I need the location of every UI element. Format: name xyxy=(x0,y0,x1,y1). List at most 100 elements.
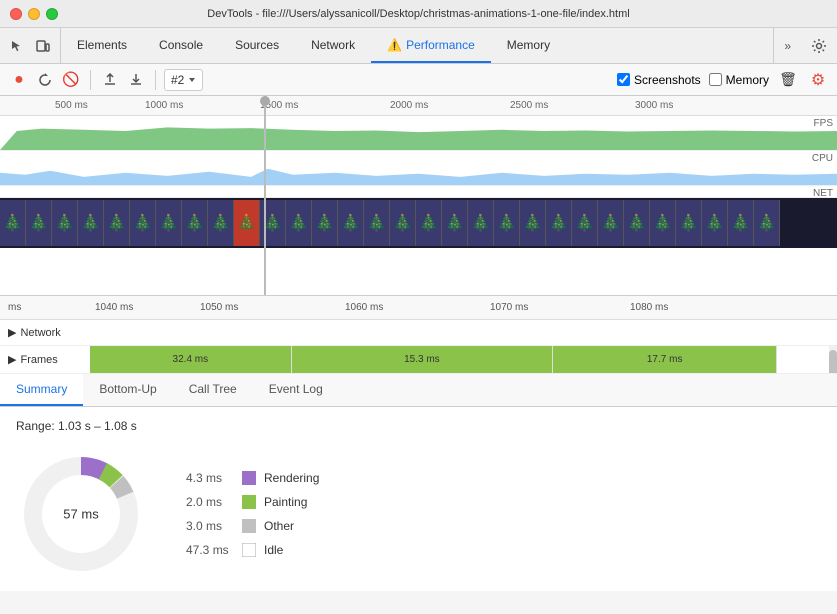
window-controls xyxy=(10,8,58,20)
memory-checkbox-label[interactable]: Memory xyxy=(709,73,769,87)
settings-button[interactable]: ⚙ xyxy=(807,69,829,91)
maximize-button[interactable] xyxy=(46,8,58,20)
frame-block-3: 17.7 ms xyxy=(553,346,777,373)
painting-swatch xyxy=(242,495,256,509)
screenshot-cell xyxy=(286,200,312,246)
ruler-tick-3000: 3000 ms xyxy=(635,100,673,111)
close-button[interactable] xyxy=(10,8,22,20)
screenshot-cell xyxy=(0,200,26,246)
legend-painting: 2.0 ms Painting xyxy=(186,495,319,509)
idle-label: Idle xyxy=(264,543,283,557)
screenshot-cell xyxy=(78,200,104,246)
summary-area: 57 ms 4.3 ms Rendering 2.0 ms Painting 3… xyxy=(16,449,821,579)
screenshots-track xyxy=(0,198,837,248)
devtools-nav: Elements Console Sources Network ⚠️ Perf… xyxy=(0,28,837,64)
screenshot-cell xyxy=(442,200,468,246)
download-button[interactable] xyxy=(125,69,147,91)
screenshot-cell xyxy=(26,200,52,246)
other-value: 3.0 ms xyxy=(186,519,234,533)
reload-record-button[interactable] xyxy=(34,69,56,91)
tab-network[interactable]: Network xyxy=(295,28,371,63)
rendering-value: 4.3 ms xyxy=(186,471,234,485)
legend-idle: 47.3 ms Idle xyxy=(186,543,319,557)
screenshot-cell xyxy=(676,200,702,246)
window-title: DevTools - file:///Users/alyssanicoll/De… xyxy=(207,8,629,20)
net-label: NET xyxy=(813,188,833,199)
clear-button[interactable]: 🚫 xyxy=(60,69,82,91)
scrollbar-thumb[interactable] xyxy=(829,350,837,373)
tab-sources[interactable]: Sources xyxy=(219,28,295,63)
device-icon[interactable] xyxy=(34,37,52,55)
tab-elements[interactable]: Elements xyxy=(61,28,143,63)
screenshot-cell xyxy=(182,200,208,246)
screenshot-cell xyxy=(130,200,156,246)
cpu-label: CPU xyxy=(812,153,833,164)
idle-swatch xyxy=(242,543,256,557)
other-label: Other xyxy=(264,519,294,533)
range-text: Range: 1.03 s – 1.08 s xyxy=(16,419,821,433)
screenshot-cell xyxy=(754,200,780,246)
nav-settings-button[interactable] xyxy=(801,28,837,63)
detail-tick-1080: 1080 ms xyxy=(630,302,668,313)
tab-memory[interactable]: Memory xyxy=(491,28,566,63)
scrubber-handle[interactable] xyxy=(260,96,270,106)
idle-value: 47.3 ms xyxy=(186,543,234,557)
memory-checkbox[interactable] xyxy=(709,73,722,86)
cursor-icon[interactable] xyxy=(8,37,26,55)
upload-button[interactable] xyxy=(99,69,121,91)
other-swatch xyxy=(242,519,256,533)
screenshot-cell xyxy=(468,200,494,246)
screenshot-cell xyxy=(702,200,728,246)
screenshot-cell xyxy=(520,200,546,246)
record-button[interactable]: ● xyxy=(8,69,30,91)
cpu-track: CPU xyxy=(0,151,837,186)
cpu-chart xyxy=(0,151,837,185)
detail-tick-1040: 1040 ms xyxy=(95,302,133,313)
delete-recording-button[interactable]: 🗑 xyxy=(777,69,799,91)
tab-event-log[interactable]: Event Log xyxy=(253,374,339,406)
donut-center-value: 57 ms xyxy=(63,507,98,522)
legend-other: 3.0 ms Other xyxy=(186,519,319,533)
tab-performance[interactable]: ⚠️ Performance xyxy=(371,28,491,63)
cpu-fill-area xyxy=(0,165,837,185)
ruler-tick-2500: 2500 ms xyxy=(510,100,548,111)
timeline-container[interactable]: 500 ms 1000 ms 1500 ms 2000 ms 2500 ms 3… xyxy=(0,96,837,296)
recording-selector[interactable]: #2 xyxy=(164,69,203,91)
screenshots-checkbox[interactable] xyxy=(617,73,630,86)
frames-expand-icon[interactable]: ▶ xyxy=(8,353,16,366)
tab-console[interactable]: Console xyxy=(143,28,219,63)
screenshot-cell xyxy=(156,200,182,246)
timeline-scrubber[interactable] xyxy=(264,96,266,295)
fps-chart xyxy=(0,116,837,150)
fps-track: FPS xyxy=(0,116,837,151)
screenshots-checkbox-label[interactable]: Screenshots xyxy=(617,73,701,87)
screenshot-cell xyxy=(312,200,338,246)
screenshot-cell xyxy=(208,200,234,246)
analysis-content: Range: 1.03 s – 1.08 s 57 ms xyxy=(0,407,837,591)
fps-green-area xyxy=(0,126,837,150)
toolbar-right: Screenshots Memory 🗑 ⚙ xyxy=(617,69,829,91)
tab-summary[interactable]: Summary xyxy=(0,374,83,406)
network-expand-icon[interactable]: ▶ xyxy=(8,326,16,339)
rendering-label: Rendering xyxy=(264,471,319,485)
legend-rendering: 4.3 ms Rendering xyxy=(186,471,319,485)
frame-block-2: 15.3 ms xyxy=(292,346,553,373)
frames-row-label[interactable]: ▶ Frames xyxy=(0,353,90,366)
minimize-button[interactable] xyxy=(28,8,40,20)
screenshot-cell xyxy=(364,200,390,246)
network-row-label[interactable]: ▶ Network xyxy=(0,326,90,339)
screenshot-cell-highlight xyxy=(234,200,260,246)
network-row: ▶ Network xyxy=(0,320,837,346)
screenshot-cell xyxy=(52,200,78,246)
screenshot-cell xyxy=(624,200,650,246)
tab-call-tree[interactable]: Call Tree xyxy=(173,374,253,406)
screenshot-cells xyxy=(0,198,837,248)
tab-bottom-up[interactable]: Bottom-Up xyxy=(83,374,172,406)
fps-label: FPS xyxy=(814,118,833,129)
titlebar: DevTools - file:///Users/alyssanicoll/De… xyxy=(0,0,837,28)
nav-left-icons xyxy=(0,28,61,63)
analysis-tabs: Summary Bottom-Up Call Tree Event Log xyxy=(0,374,837,407)
donut-chart: 57 ms xyxy=(16,449,146,579)
more-tabs-button[interactable]: » xyxy=(773,28,801,63)
legend: 4.3 ms Rendering 2.0 ms Painting 3.0 ms … xyxy=(186,471,319,557)
